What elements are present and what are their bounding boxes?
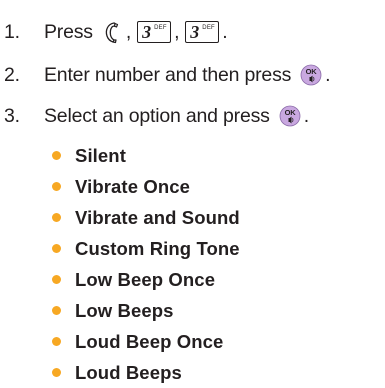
option-label: Loud Beep Once (75, 331, 224, 352)
key-3-def-icon: 3 DEF (137, 21, 172, 43)
key-3-def-icon: 3 DEF (185, 21, 220, 43)
option-loud-beep-once: Loud Beep Once (0, 326, 240, 357)
key-3-letters: DEF (202, 25, 215, 31)
option-label: Vibrate and Sound (75, 207, 240, 228)
option-loud-beeps: Loud Beeps (0, 357, 240, 388)
step-3: 3. Select an option and press OK . (0, 96, 309, 136)
step-3-period: . (303, 104, 309, 127)
step-2-period: . (325, 63, 331, 86)
bullet-icon (52, 368, 61, 377)
bullet-icon (52, 275, 61, 284)
key-3-digit: 3 (142, 22, 151, 42)
ok-key-icon: OK (279, 105, 301, 127)
step-1-text: Press (44, 20, 93, 43)
step-1-separator-1: , (125, 20, 132, 43)
option-vibrate-once: Vibrate Once (0, 171, 240, 202)
ok-key-icon: OK (300, 64, 322, 86)
option-low-beeps: Low Beeps (0, 295, 240, 326)
step-2-number: 2. (4, 63, 20, 86)
bullet-icon (52, 337, 61, 346)
option-label: Vibrate Once (75, 176, 190, 197)
option-label: Custom Ring Tone (75, 238, 240, 259)
option-label: Silent (75, 145, 126, 166)
bullet-icon (52, 151, 61, 160)
key-3-letters: DEF (154, 25, 167, 31)
instruction-page: 1. Press , 3 DEF , 3 DEF . 2. Enter numb… (0, 0, 385, 386)
options-list: Silent Vibrate Once Vibrate and Sound Cu… (0, 140, 240, 388)
option-vibrate-and-sound: Vibrate and Sound (0, 202, 240, 233)
bullet-icon (52, 213, 61, 222)
option-label: Loud Beeps (75, 362, 182, 383)
option-low-beep-once: Low Beep Once (0, 264, 240, 295)
bullet-icon (52, 306, 61, 315)
step-3-text: Select an option and press (44, 104, 270, 127)
option-custom-ring-tone: Custom Ring Tone (0, 233, 240, 264)
svg-text:OK: OK (284, 108, 296, 117)
step-1: 1. Press , 3 DEF , 3 DEF . (0, 12, 228, 52)
send-key-icon (101, 20, 123, 44)
option-silent: Silent (0, 140, 240, 171)
step-1-number: 1. (4, 20, 20, 43)
svg-text:OK: OK (306, 67, 318, 76)
bullet-icon (52, 244, 61, 253)
option-label: Low Beeps (75, 300, 174, 321)
step-2: 2. Enter number and then press OK . (0, 55, 331, 95)
step-3-number: 3. (4, 104, 20, 127)
key-3-digit: 3 (190, 22, 200, 42)
step-1-separator-2: , (174, 20, 180, 43)
bullet-icon (52, 182, 61, 191)
step-1-period: . (222, 20, 228, 43)
option-label: Low Beep Once (75, 269, 216, 290)
step-2-text: Enter number and then press (44, 63, 292, 86)
